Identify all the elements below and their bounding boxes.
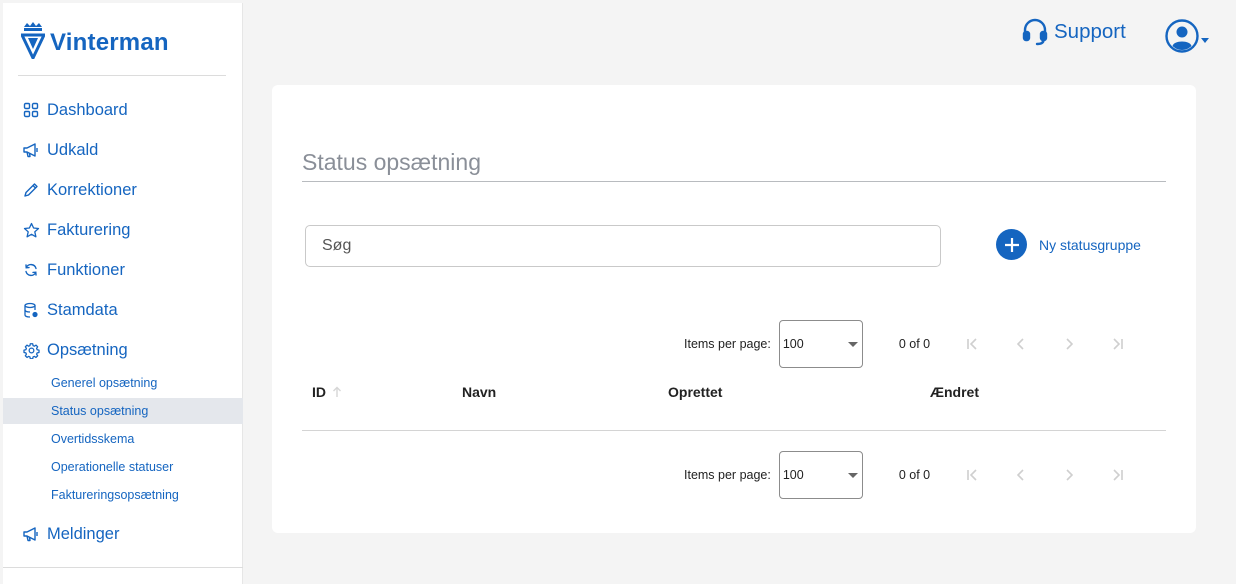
title-divider (302, 181, 1166, 182)
last-page-button[interactable] (1093, 467, 1141, 483)
sidebar-item-meldinger[interactable]: Meldinger (3, 516, 243, 552)
page-size-select[interactable]: 100 (778, 320, 863, 368)
sidebar-item-label: Fakturering (47, 220, 131, 239)
column-header-aendret[interactable]: Ændret (930, 384, 979, 400)
chevron-down-icon (847, 472, 858, 478)
sidebar-subitem-label: Generel opsætning (51, 376, 158, 390)
page-range-label: 0 of 0 (898, 337, 931, 351)
page-size-value: 100 (782, 468, 804, 482)
page-size-value: 100 (782, 337, 804, 351)
add-status-group-label: Ny statusgruppe (1039, 236, 1141, 253)
previous-page-button[interactable] (997, 336, 1045, 352)
search-input[interactable] (306, 226, 940, 266)
column-header-label: Navn (462, 384, 497, 400)
next-page-button[interactable] (1045, 467, 1093, 483)
sidebar: Vinterman Dashboard Udkald Korrektioner (3, 3, 243, 584)
sidebar-item-label: Dashboard (47, 100, 128, 119)
megaphone-icon (22, 141, 40, 159)
sidebar-item-label: Korrektioner (47, 180, 137, 199)
sidebar-item-label: Opsætning (47, 340, 128, 359)
gear-icon (22, 341, 40, 359)
crown-triangle-logo-icon (19, 21, 47, 64)
sort-arrow-icon (332, 386, 342, 398)
support-label: Support (1054, 20, 1126, 43)
sidebar-divider (3, 567, 243, 568)
account-circle-icon (1165, 19, 1199, 58)
plus-icon (996, 229, 1027, 260)
sidebar-item-label: Funktioner (47, 260, 125, 279)
database-icon (22, 301, 40, 319)
sidebar-item-label: Meldinger (47, 524, 120, 543)
column-header-oprettet[interactable]: Oprettet (668, 384, 722, 400)
page-range-label: 0 of 0 (898, 468, 931, 482)
sidebar-item-udkald[interactable]: Udkald (3, 132, 243, 168)
grid-icon (22, 101, 40, 119)
sidebar-subitem-generel-opsaetning[interactable]: Generel opsætning (3, 370, 243, 396)
sidebar-item-label: Stamdata (47, 300, 118, 319)
sidebar-item-opsaetning[interactable]: Opsætning (3, 332, 243, 368)
sidebar-divider (18, 75, 226, 76)
chevron-down-icon (1201, 30, 1209, 48)
sidebar-subitem-label: Operationelle statuser (51, 460, 174, 474)
column-header-label: ID (312, 384, 326, 400)
support-link[interactable]: Support (1022, 18, 1126, 46)
sidebar-item-stamdata[interactable]: Stamdata (3, 292, 243, 328)
column-header-navn[interactable]: Navn (462, 384, 496, 400)
search-field[interactable] (305, 225, 941, 267)
page-title: Status opsætning (302, 149, 482, 175)
sidebar-subitem-label: Status opsætning (51, 404, 149, 418)
column-header-id[interactable]: ID (312, 384, 342, 400)
sidebar-subitem-faktureringsopsaetning[interactable]: Faktureringsopsætning (3, 482, 243, 508)
column-header-label: Ændret (930, 384, 979, 400)
sidebar-item-funktioner[interactable]: Funktioner (3, 252, 243, 288)
content-card: Status opsætning Ny statusgruppe Items p… (272, 85, 1196, 533)
brand-logo[interactable]: Vinterman (19, 21, 169, 64)
items-per-page-label: Items per page: (684, 468, 771, 482)
paginator-bottom: Items per page: 100 0 of 0 (684, 451, 1154, 499)
pencil-icon (22, 181, 40, 199)
sidebar-subitem-status-opsaetning[interactable]: Status opsætning (3, 398, 243, 424)
sidebar-subitem-label: Faktureringsopsætning (51, 488, 179, 502)
first-page-button[interactable] (949, 467, 997, 483)
megaphone-icon (22, 525, 40, 543)
sidebar-item-label: Udkald (47, 140, 99, 159)
chevron-down-icon (847, 341, 858, 347)
sidebar-subitem-operationelle-statuser[interactable]: Operationelle statuser (3, 454, 243, 480)
last-page-button[interactable] (1093, 336, 1141, 352)
sidebar-subitem-overtidsskema[interactable]: Overtidsskema (3, 426, 243, 452)
previous-page-button[interactable] (997, 467, 1045, 483)
headset-icon (1022, 18, 1048, 46)
table-divider (302, 430, 1166, 431)
sidebar-item-korrektioner[interactable]: Korrektioner (3, 172, 243, 208)
page-size-select[interactable]: 100 (778, 451, 863, 499)
brand-name: Vinterman (50, 28, 169, 56)
star-icon (22, 221, 40, 239)
column-header-label: Oprettet (668, 384, 723, 400)
paginator-top: Items per page: 100 0 of 0 (684, 320, 1154, 368)
sidebar-item-dashboard[interactable]: Dashboard (3, 92, 243, 128)
items-per-page-label: Items per page: (684, 337, 771, 351)
sidebar-subitem-label: Overtidsskema (51, 432, 135, 446)
next-page-button[interactable] (1045, 336, 1093, 352)
sidebar-item-fakturering[interactable]: Fakturering (3, 212, 243, 248)
refresh-icon (22, 261, 40, 279)
add-status-group-button[interactable]: Ny statusgruppe (996, 229, 1141, 260)
user-menu-button[interactable] (1165, 19, 1209, 58)
first-page-button[interactable] (949, 336, 997, 352)
